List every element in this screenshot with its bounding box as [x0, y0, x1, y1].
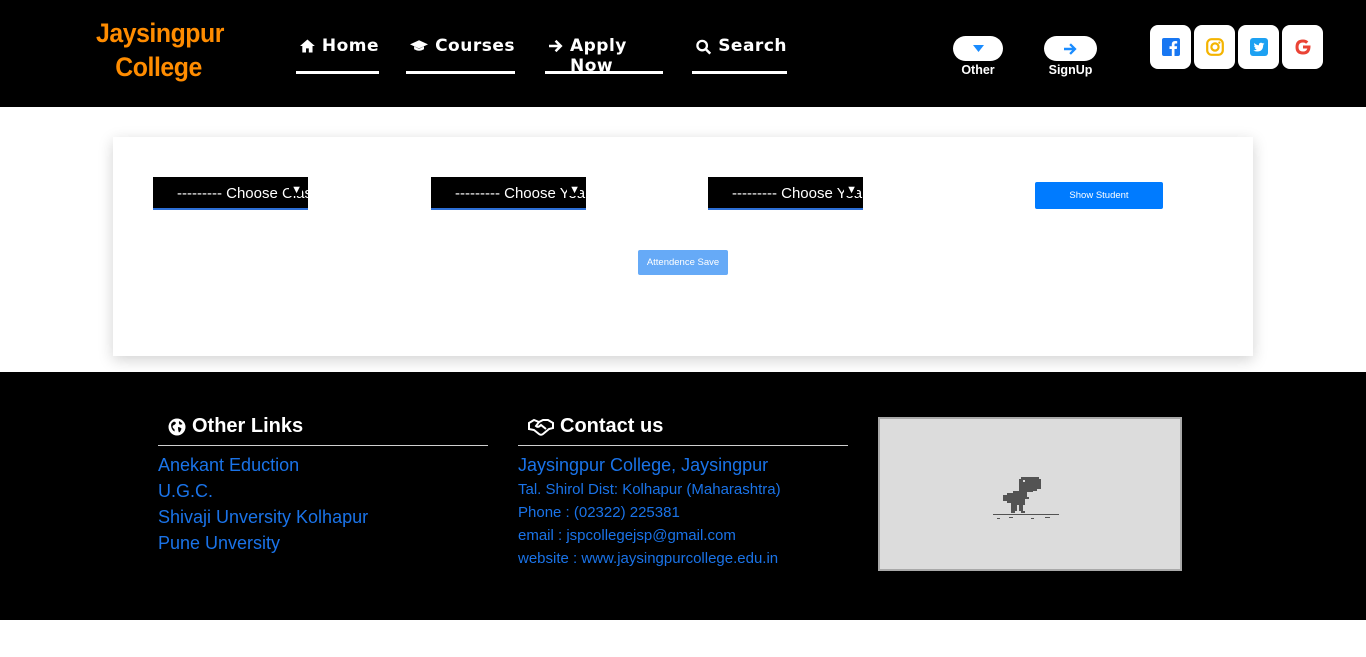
site-footer: Other Links Anekant Eduction U.G.C. Shiv… — [0, 372, 1366, 620]
signup-label: SignUp — [1048, 63, 1093, 77]
handshake-icon — [528, 418, 554, 436]
nav-search[interactable]: Search — [692, 36, 787, 74]
contact-section: Contact us Jaysingpur College, Jaysingpu… — [518, 412, 848, 570]
second-year-select[interactable]: --------- Choose Year --------- ▼ — [708, 177, 863, 210]
google-link[interactable] — [1282, 25, 1323, 69]
other-label: Other — [961, 63, 995, 77]
map-embed-offline[interactable] — [878, 417, 1182, 571]
other-links-list: Anekant Eduction U.G.C. Shivaji Unversit… — [158, 452, 488, 556]
nav-courses-label: Courses — [435, 36, 515, 56]
other-links-title: Other Links — [192, 415, 304, 437]
nav-apply-now[interactable]: Apply Now — [545, 36, 663, 76]
attendance-panel: --------- Choose Class --------- ▼ -----… — [113, 137, 1253, 356]
class-select[interactable]: --------- Choose Class --------- ▼ — [153, 177, 308, 210]
signup-menu[interactable]: SignUp — [1044, 36, 1097, 77]
contact-heading: Contact us — [518, 412, 848, 446]
other-links-section: Other Links Anekant Eduction U.G.C. Shiv… — [158, 412, 488, 556]
year-select[interactable]: --------- Choose Year --------- ▼ — [431, 177, 586, 210]
dinosaur-icon — [993, 477, 1059, 519]
contact-website[interactable]: website : www.jaysingpurcollege.edu.in — [518, 547, 848, 570]
contact-title: Contact us — [560, 415, 664, 437]
footer-link-anekant[interactable]: Anekant Eduction — [158, 452, 488, 478]
select-arrow-icon: ▼ — [567, 184, 580, 196]
nav-apply-label: Apply Now — [569, 36, 627, 76]
contact-email[interactable]: email : jspcollegejsp@gmail.com — [518, 524, 848, 547]
contact-college-name: Jaysingpur College, Jaysingpur — [518, 455, 769, 475]
select-arrow-icon: ▼ — [289, 184, 302, 196]
select-arrow-icon: ▼ — [844, 184, 857, 196]
signup-button[interactable] — [1044, 36, 1097, 61]
twitter-link[interactable] — [1238, 25, 1279, 69]
other-menu[interactable]: Other — [953, 36, 1003, 77]
site-logo[interactable]: Jaysingpur College — [96, 16, 224, 84]
nav-courses[interactable]: Courses — [406, 36, 515, 74]
contact-details: Jaysingpur College, Jaysingpur Tal. Shir… — [518, 452, 848, 570]
logo-line-1: Jaysingpur — [96, 18, 224, 48]
globe-icon — [168, 418, 186, 435]
footer-link-shivaji[interactable]: Shivaji Unversity Kolhapur — [158, 504, 488, 530]
instagram-icon — [1205, 38, 1224, 56]
arrow-right-icon — [1064, 42, 1077, 55]
site-header: Jaysingpur College Home Courses Apply No… — [0, 0, 1366, 107]
footer-link-ugc[interactable]: U.G.C. — [158, 478, 488, 504]
contact-phone: Phone : (02322) 225381 — [518, 504, 680, 521]
contact-address: Tal. Shirol Dist: Kolhapur (Maharashtra) — [518, 481, 781, 498]
arrow-right-icon — [549, 39, 563, 53]
twitter-icon — [1249, 38, 1268, 56]
nav-home[interactable]: Home — [296, 36, 379, 74]
attendance-save-button[interactable]: Attendence Save — [638, 250, 728, 275]
graduation-cap-icon — [410, 40, 429, 51]
instagram-link[interactable] — [1194, 25, 1235, 69]
facebook-icon — [1161, 38, 1180, 56]
nav-search-label: Search — [718, 36, 787, 56]
other-dropdown-button[interactable] — [953, 36, 1003, 61]
logo-line-2: College — [115, 52, 202, 82]
google-icon — [1295, 39, 1311, 55]
facebook-link[interactable] — [1150, 25, 1191, 69]
show-student-button[interactable]: Show Student — [1035, 182, 1163, 209]
other-links-heading: Other Links — [158, 412, 488, 446]
nav-home-label: Home — [321, 36, 379, 56]
home-icon — [300, 39, 315, 53]
caret-down-icon — [972, 45, 984, 52]
footer-link-pune[interactable]: Pune Unversity — [158, 530, 488, 556]
search-icon — [696, 39, 712, 55]
